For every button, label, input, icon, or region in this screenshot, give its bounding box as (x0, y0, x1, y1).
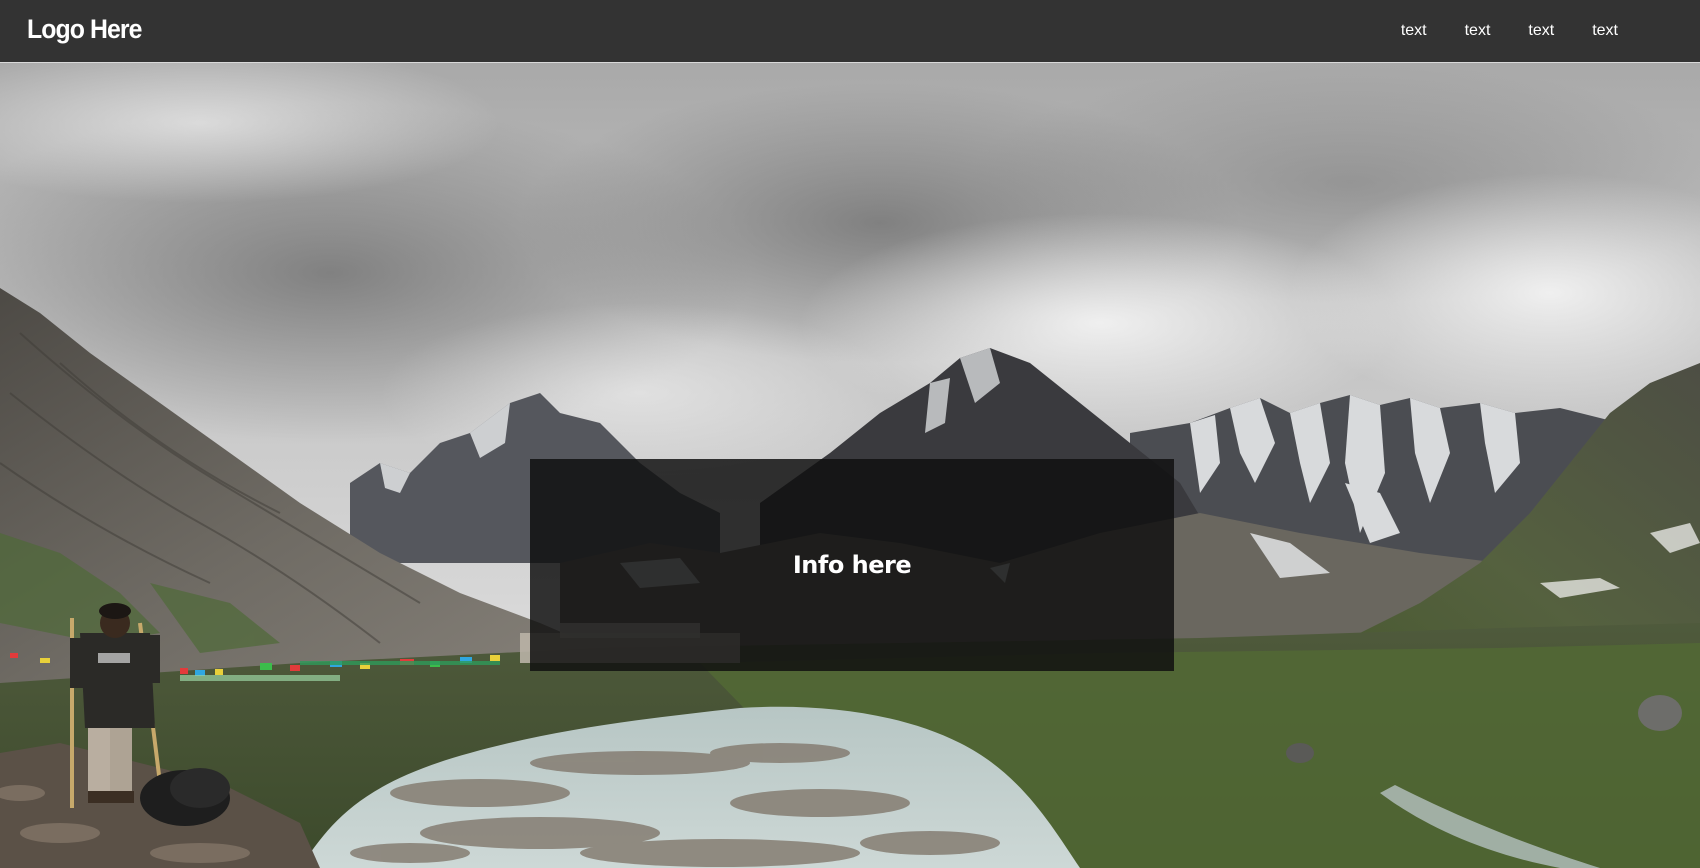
nav-link-3[interactable]: text (1528, 22, 1554, 40)
nav-link-4[interactable]: text (1592, 22, 1618, 40)
nav-link-1[interactable]: text (1401, 22, 1427, 40)
nav-link-2[interactable]: text (1465, 22, 1491, 40)
logo[interactable]: Logo Here (27, 12, 142, 46)
info-box: Info here (530, 459, 1174, 671)
nav-links: text text text text (1363, 0, 1618, 62)
top-navbar: Logo Here text text text text (0, 0, 1700, 63)
hero-section: Info here (0, 63, 1700, 868)
info-text: Info here (792, 551, 912, 579)
page: Logo Here text text text text Info here (0, 0, 1700, 868)
